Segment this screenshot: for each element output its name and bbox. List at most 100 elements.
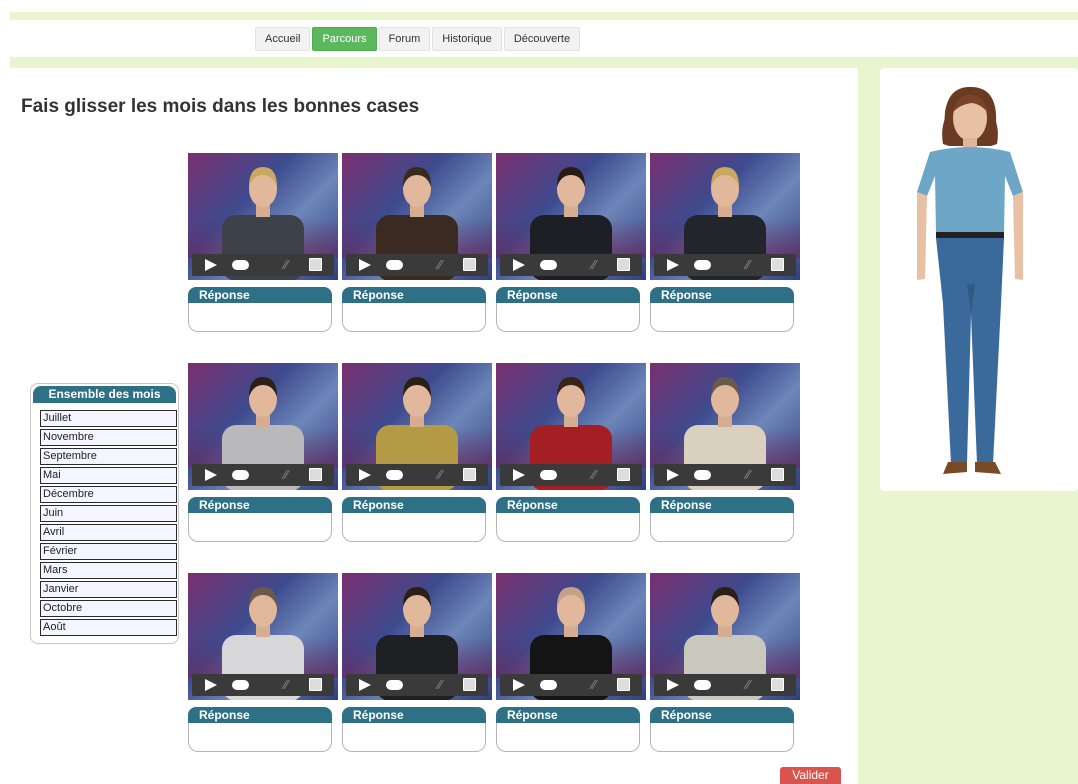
answer-drop-zone[interactable] — [496, 303, 640, 332]
answer-drop-zone[interactable] — [496, 513, 640, 542]
fullscreen-icon[interactable] — [617, 258, 630, 271]
answer-label: Réponse — [342, 707, 486, 723]
play-icon[interactable] — [359, 469, 371, 481]
month-item[interactable]: Décembre — [40, 486, 177, 503]
answer-drop-zone[interactable] — [342, 303, 486, 332]
mute-icon[interactable]: ∕∕ — [746, 467, 750, 483]
play-icon[interactable] — [667, 259, 679, 271]
video-player[interactable]: ∕∕ — [650, 153, 800, 280]
month-item[interactable]: Juin — [40, 505, 177, 522]
video-player[interactable]: ∕∕ — [496, 573, 646, 700]
nav-item[interactable]: Historique — [432, 27, 502, 51]
answer-drop-zone[interactable] — [342, 723, 486, 752]
video-player[interactable]: ∕∕ — [496, 363, 646, 490]
video-player[interactable]: ∕∕ — [188, 153, 338, 280]
seek-slider[interactable] — [386, 470, 403, 480]
seek-slider[interactable] — [694, 470, 711, 480]
play-icon[interactable] — [359, 259, 371, 271]
answer-drop-zone[interactable] — [188, 513, 332, 542]
video-player[interactable]: ∕∕ — [496, 153, 646, 280]
play-icon[interactable] — [513, 679, 525, 691]
video-controls: ∕∕ — [346, 464, 488, 486]
seek-slider[interactable] — [232, 470, 249, 480]
answer-drop-zone[interactable] — [342, 513, 486, 542]
answer-drop-zone[interactable] — [496, 723, 640, 752]
fullscreen-icon[interactable] — [463, 258, 476, 271]
play-icon[interactable] — [205, 259, 217, 271]
month-item[interactable]: Avril — [40, 524, 177, 541]
video-player[interactable]: ∕∕ — [650, 363, 800, 490]
play-icon[interactable] — [513, 259, 525, 271]
seek-slider[interactable] — [540, 470, 557, 480]
video-cell: ∕∕ Réponse — [342, 363, 494, 542]
mute-icon[interactable]: ∕∕ — [284, 677, 288, 693]
seek-slider[interactable] — [386, 680, 403, 690]
fullscreen-icon[interactable] — [463, 678, 476, 691]
play-icon[interactable] — [205, 679, 217, 691]
month-item[interactable]: Juillet — [40, 410, 177, 427]
video-player[interactable]: ∕∕ — [650, 573, 800, 700]
mute-icon[interactable]: ∕∕ — [592, 467, 596, 483]
seek-slider[interactable] — [540, 680, 557, 690]
answer-drop-zone[interactable] — [650, 723, 794, 752]
fullscreen-icon[interactable] — [617, 468, 630, 481]
answer-drop-zone[interactable] — [650, 303, 794, 332]
nav-item[interactable]: Parcours — [312, 27, 377, 51]
answer-label: Réponse — [650, 287, 794, 303]
month-item[interactable]: Août — [40, 619, 177, 636]
month-item[interactable]: Novembre — [40, 429, 177, 446]
fullscreen-icon[interactable] — [463, 468, 476, 481]
video-player[interactable]: ∕∕ — [188, 363, 338, 490]
fullscreen-icon[interactable] — [771, 258, 784, 271]
answer-drop-zone[interactable] — [188, 303, 332, 332]
video-player[interactable]: ∕∕ — [342, 573, 492, 700]
mute-icon[interactable]: ∕∕ — [438, 467, 442, 483]
month-item[interactable]: Mai — [40, 467, 177, 484]
nav-item[interactable]: Accueil — [255, 27, 311, 51]
fullscreen-icon[interactable] — [617, 678, 630, 691]
month-item[interactable]: Février — [40, 543, 177, 560]
play-icon[interactable] — [359, 679, 371, 691]
mute-icon[interactable]: ∕∕ — [592, 677, 596, 693]
video-cell: ∕∕ Réponse — [188, 363, 340, 542]
answer-drop-zone[interactable] — [650, 513, 794, 542]
seek-slider[interactable] — [694, 260, 711, 270]
video-player[interactable]: ∕∕ — [188, 573, 338, 700]
seek-slider[interactable] — [386, 260, 403, 270]
seek-slider[interactable] — [540, 260, 557, 270]
mute-icon[interactable]: ∕∕ — [438, 257, 442, 273]
fullscreen-icon[interactable] — [309, 678, 322, 691]
play-icon[interactable] — [667, 679, 679, 691]
answer-box: Réponse — [650, 287, 794, 332]
seek-slider[interactable] — [232, 260, 249, 270]
mute-icon[interactable]: ∕∕ — [592, 257, 596, 273]
month-item[interactable]: Janvier — [40, 581, 177, 598]
nav-item[interactable]: Forum — [378, 27, 431, 51]
month-item[interactable]: Mars — [40, 562, 177, 579]
mute-icon[interactable]: ∕∕ — [746, 257, 750, 273]
nav-item[interactable]: Découverte — [503, 27, 581, 51]
month-item[interactable]: Septembre — [40, 448, 177, 465]
play-icon[interactable] — [667, 469, 679, 481]
seek-slider[interactable] — [232, 680, 249, 690]
video-controls: ∕∕ — [500, 254, 642, 276]
fullscreen-icon[interactable] — [771, 678, 784, 691]
submit-button[interactable]: Valider — [780, 767, 841, 784]
mute-icon[interactable]: ∕∕ — [284, 257, 288, 273]
mute-icon[interactable]: ∕∕ — [438, 677, 442, 693]
mute-icon[interactable]: ∕∕ — [746, 677, 750, 693]
video-player[interactable]: ∕∕ — [342, 153, 492, 280]
fullscreen-icon[interactable] — [309, 468, 322, 481]
answer-drop-zone[interactable] — [188, 723, 332, 752]
video-player[interactable]: ∕∕ — [342, 363, 492, 490]
answer-label: Réponse — [188, 497, 332, 513]
mute-icon[interactable]: ∕∕ — [284, 467, 288, 483]
video-cell: ∕∕ Réponse — [650, 363, 802, 542]
play-icon[interactable] — [513, 469, 525, 481]
seek-slider[interactable] — [694, 680, 711, 690]
answer-box: Réponse — [188, 497, 332, 542]
play-icon[interactable] — [205, 469, 217, 481]
fullscreen-icon[interactable] — [309, 258, 322, 271]
fullscreen-icon[interactable] — [771, 468, 784, 481]
month-item[interactable]: Octobre — [40, 600, 177, 617]
